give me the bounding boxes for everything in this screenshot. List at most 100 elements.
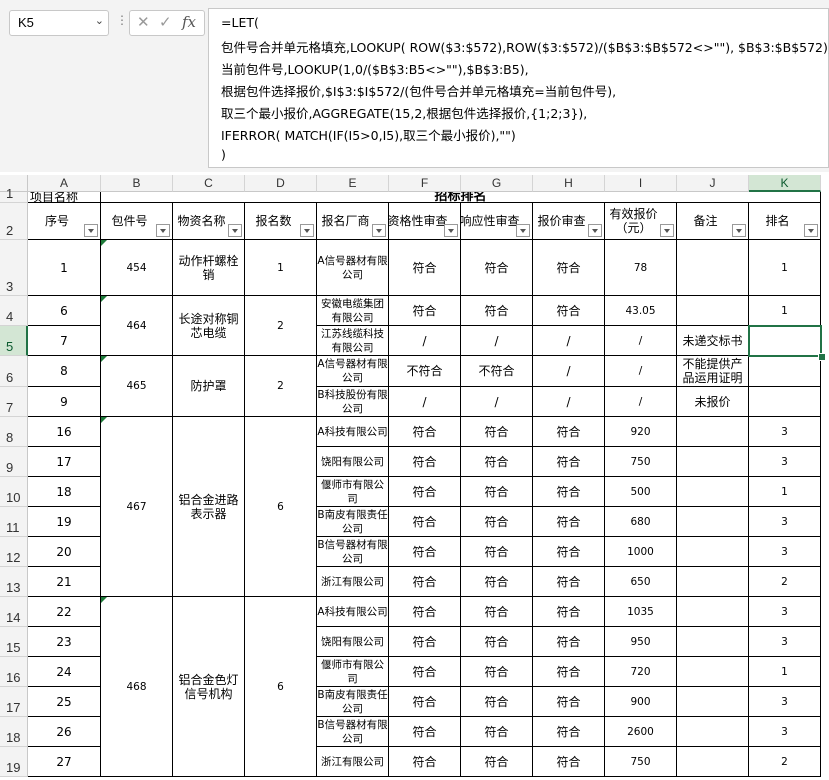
qualification-cell[interactable]: 符合 xyxy=(389,597,461,627)
note-cell[interactable] xyxy=(677,417,749,447)
note-cell[interactable] xyxy=(677,240,749,296)
select-all-corner[interactable] xyxy=(0,175,28,192)
price-review-cell[interactable]: / xyxy=(533,326,605,356)
column-header-f[interactable]: F xyxy=(389,175,461,192)
filter-dropdown-icon[interactable] xyxy=(300,224,314,237)
price-review-cell[interactable]: 符合 xyxy=(533,717,605,747)
vendor-cell[interactable]: B南皮有限责任公司 xyxy=(317,507,389,537)
response-cell[interactable]: 符合 xyxy=(461,597,533,627)
vendor-cell[interactable]: A信号器材有限公司 xyxy=(317,240,389,296)
price-review-cell[interactable]: 符合 xyxy=(533,657,605,687)
rank-cell[interactable]: 3 xyxy=(749,597,821,627)
vendor-cell[interactable]: B科技股份有限公司 xyxy=(317,387,389,417)
header-cell[interactable]: 报名数 xyxy=(245,203,317,240)
row-header-1[interactable]: 1 xyxy=(0,186,28,203)
row-header-13[interactable]: 13 xyxy=(0,567,28,597)
row-header-9[interactable]: 9 xyxy=(0,447,28,477)
header-cell[interactable]: 资格性审查 xyxy=(389,203,461,240)
price-review-cell[interactable]: 符合 xyxy=(533,447,605,477)
note-cell[interactable] xyxy=(677,296,749,326)
material-cell[interactable]: 铝合金色灯信号机构 xyxy=(173,597,245,777)
row-header-17[interactable]: 17 xyxy=(0,687,28,717)
response-cell[interactable]: 符合 xyxy=(461,447,533,477)
qualification-cell[interactable]: 符合 xyxy=(389,507,461,537)
price-review-cell[interactable]: 符合 xyxy=(533,417,605,447)
rank-cell[interactable]: 1 xyxy=(749,657,821,687)
vendor-cell[interactable]: 偃师市有限公司 xyxy=(317,657,389,687)
note-cell[interactable]: 未递交标书 xyxy=(677,326,749,356)
filter-dropdown-icon[interactable] xyxy=(732,224,746,237)
rank-cell[interactable]: 1 xyxy=(749,296,821,326)
sheet-title-cell[interactable]: 招标排名 xyxy=(101,192,821,203)
fx-icon[interactable]: fx xyxy=(182,13,196,31)
vendor-cell[interactable]: A科技有限公司 xyxy=(317,597,389,627)
seq-cell[interactable]: 21 xyxy=(28,567,101,597)
row-header-4[interactable]: 4 xyxy=(0,296,28,326)
price-cell[interactable]: / xyxy=(605,356,677,387)
response-cell[interactable]: / xyxy=(461,387,533,417)
response-cell[interactable]: 符合 xyxy=(461,417,533,447)
check-icon[interactable]: ✓ xyxy=(159,13,172,31)
qualification-cell[interactable]: 符合 xyxy=(389,657,461,687)
price-review-cell[interactable]: / xyxy=(533,387,605,417)
header-cell[interactable]: 备注 xyxy=(677,203,749,240)
chevron-down-icon[interactable]: ⌄ xyxy=(95,14,104,27)
note-cell[interactable] xyxy=(677,567,749,597)
price-review-cell[interactable]: 符合 xyxy=(533,477,605,507)
response-cell[interactable]: 符合 xyxy=(461,296,533,326)
note-cell[interactable] xyxy=(677,627,749,657)
header-cell[interactable]: 响应性审查 xyxy=(461,203,533,240)
price-review-cell[interactable]: 符合 xyxy=(533,687,605,717)
seq-cell[interactable]: 20 xyxy=(28,537,101,567)
filter-dropdown-icon[interactable] xyxy=(372,224,386,237)
row-header-11[interactable]: 11 xyxy=(0,507,28,537)
response-cell[interactable]: 符合 xyxy=(461,537,533,567)
price-cell[interactable]: 2600 xyxy=(605,717,677,747)
row-header-19[interactable]: 19 xyxy=(0,747,28,777)
vendor-cell[interactable]: 安徽电缆集团有限公司 xyxy=(317,296,389,326)
price-cell[interactable]: / xyxy=(605,387,677,417)
rank-cell[interactable]: 3 xyxy=(749,447,821,477)
qualification-cell[interactable]: / xyxy=(389,326,461,356)
price-cell[interactable]: 950 xyxy=(605,627,677,657)
project-name-cell[interactable]: 项目名称 xyxy=(28,192,101,203)
header-cell[interactable]: 报价审查 xyxy=(533,203,605,240)
qualification-cell[interactable]: 符合 xyxy=(389,627,461,657)
column-header-g[interactable]: G xyxy=(461,175,533,192)
cancel-icon[interactable]: ✕ xyxy=(137,13,150,31)
response-cell[interactable]: 符合 xyxy=(461,627,533,657)
package-cell[interactable]: 467 xyxy=(101,417,173,597)
qualification-cell[interactable]: 不符合 xyxy=(389,356,461,387)
price-cell[interactable]: 1035 xyxy=(605,597,677,627)
count-cell[interactable]: 6 xyxy=(245,597,317,777)
rank-cell[interactable] xyxy=(749,356,821,387)
price-cell[interactable]: / xyxy=(605,326,677,356)
filter-dropdown-icon[interactable] xyxy=(156,224,170,237)
vendor-cell[interactable]: 浙江有限公司 xyxy=(317,747,389,777)
package-cell[interactable]: 464 xyxy=(101,296,173,356)
formula-input[interactable]: =LET(包件号合并单元格填充,LOOKUP( ROW($3:$572),ROW… xyxy=(208,8,829,168)
count-cell[interactable]: 6 xyxy=(245,417,317,597)
rank-cell[interactable]: 3 xyxy=(749,537,821,567)
response-cell[interactable]: 符合 xyxy=(461,240,533,296)
row-header-8[interactable]: 8 xyxy=(0,417,28,447)
column-header-k[interactable]: K xyxy=(749,175,821,192)
price-cell[interactable]: 720 xyxy=(605,657,677,687)
response-cell[interactable]: 符合 xyxy=(461,687,533,717)
column-header-a[interactable]: A xyxy=(28,175,101,192)
vendor-cell[interactable]: B南皮有限责任公司 xyxy=(317,687,389,717)
row-header-15[interactable]: 15 xyxy=(0,627,28,657)
rank-cell[interactable]: 3 xyxy=(749,717,821,747)
price-review-cell[interactable]: 符合 xyxy=(533,507,605,537)
row-header-10[interactable]: 10 xyxy=(0,477,28,507)
response-cell[interactable]: 不符合 xyxy=(461,356,533,387)
filter-dropdown-icon[interactable] xyxy=(228,224,242,237)
seq-cell[interactable]: 26 xyxy=(28,717,101,747)
seq-cell[interactable]: 8 xyxy=(28,356,101,387)
vendor-cell[interactable]: B信号器材有限公司 xyxy=(317,537,389,567)
qualification-cell[interactable]: 符合 xyxy=(389,717,461,747)
name-box[interactable]: K5 ⌄ xyxy=(9,10,109,36)
price-cell[interactable]: 650 xyxy=(605,567,677,597)
filter-dropdown-icon[interactable] xyxy=(444,224,458,237)
rank-cell[interactable] xyxy=(749,387,821,417)
